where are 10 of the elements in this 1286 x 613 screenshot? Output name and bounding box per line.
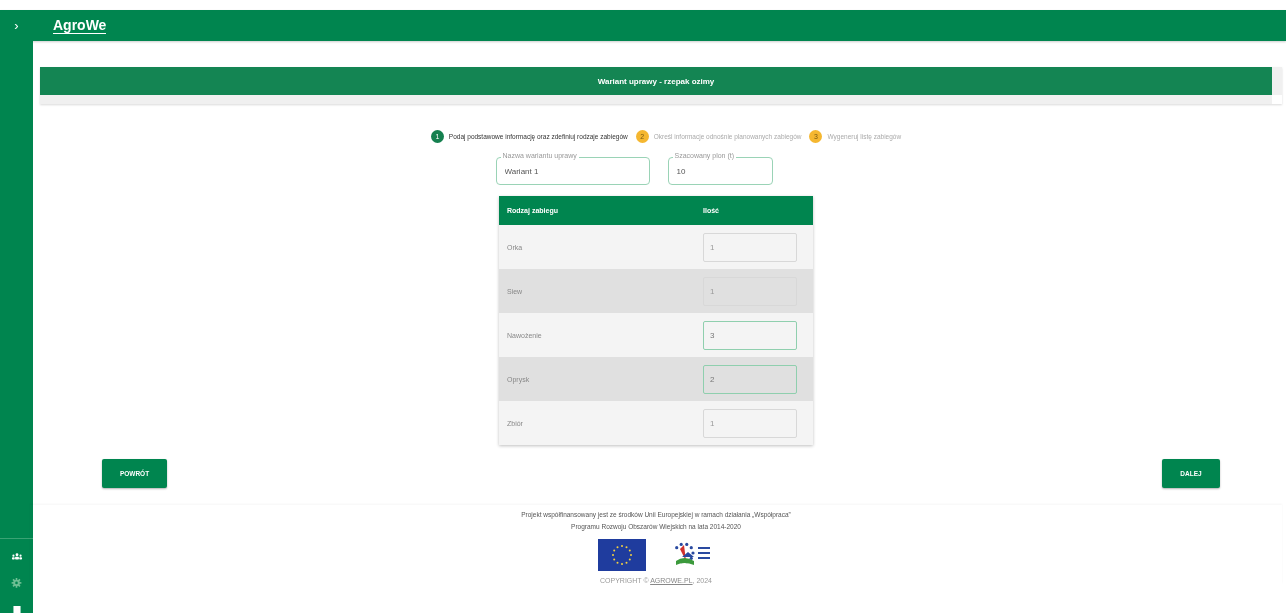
brand-logo[interactable]: AgroWe: [53, 17, 107, 34]
eu-flag-icon: [598, 539, 646, 571]
horizontal-scrollbar[interactable]: [40, 95, 1272, 104]
people-icon[interactable]: [10, 553, 23, 561]
quantity-field[interactable]: 3: [703, 320, 797, 350]
title-banner: Wariant uprawy - rzepak ozimy: [40, 67, 1272, 95]
quantity-field[interactable]: 2: [703, 364, 797, 394]
vertical-scrollbar[interactable]: [1272, 67, 1282, 95]
settings-icon[interactable]: [11, 578, 22, 588]
menu-toggle[interactable]: ›: [0, 18, 33, 33]
